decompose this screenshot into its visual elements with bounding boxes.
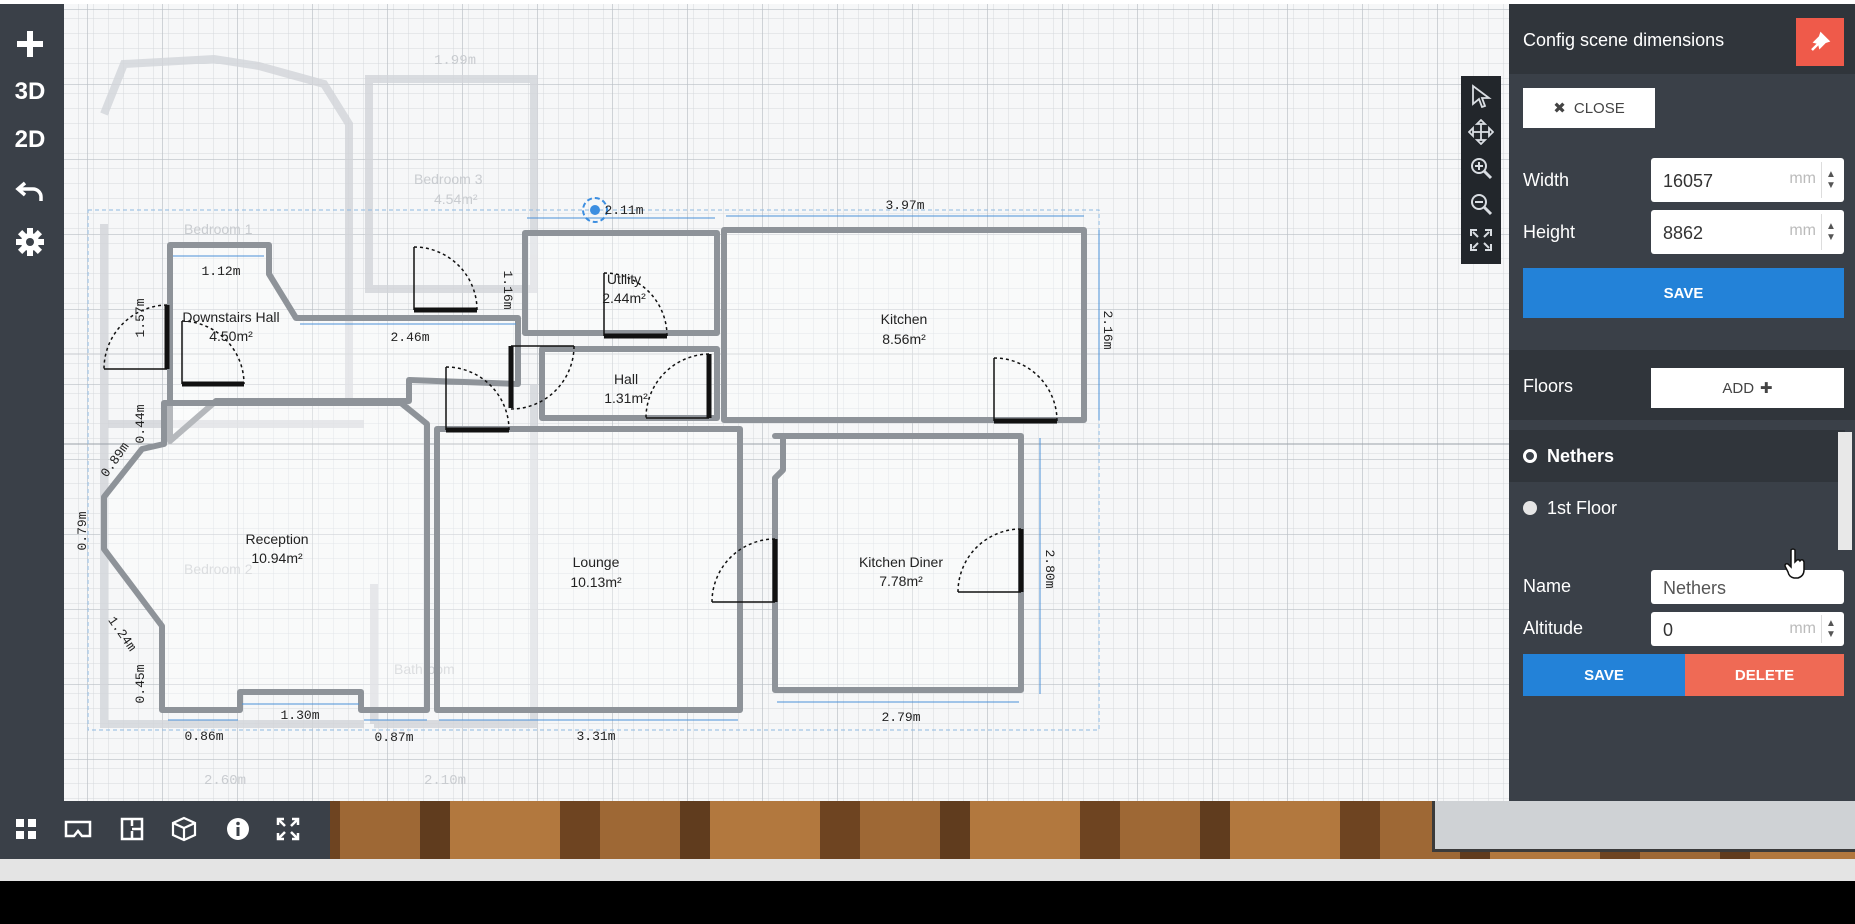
fullscreen-icon[interactable] xyxy=(272,813,304,845)
radio-selected-icon[interactable] xyxy=(1523,449,1537,463)
close-button[interactable]: ✖ CLOSE xyxy=(1523,88,1655,128)
save-floor-button[interactable]: SAVE xyxy=(1523,654,1685,696)
room-name[interactable]: Reception xyxy=(245,531,308,547)
dimension-label: 1.12m xyxy=(201,264,240,279)
dimension-label: 2.46m xyxy=(390,330,429,345)
width-field[interactable]: mm ▲▼ xyxy=(1651,158,1844,204)
floor-name-field[interactable] xyxy=(1651,570,1845,606)
view-2d-button[interactable]: 2D xyxy=(0,120,60,160)
floorplan-canvas[interactable]: Bedroom 1 Bedroom 3 4.54m² Bedroom 2 Bat… xyxy=(64,4,1509,801)
dimension-label: 3.97m xyxy=(885,198,924,213)
dimension-label: 0.86m xyxy=(184,729,223,744)
ghost-label: 4.54m² xyxy=(434,191,478,207)
dimension-label: 0.44m xyxy=(133,404,148,443)
altitude-input[interactable] xyxy=(1651,612,1805,648)
ghost-label: 2.60m xyxy=(204,773,246,789)
fit-screen-icon[interactable] xyxy=(1465,224,1497,256)
cube-3d-icon[interactable] xyxy=(168,813,200,845)
name-label: Name xyxy=(1523,576,1572,596)
height-input[interactable] xyxy=(1651,210,1805,256)
view-3d-button[interactable]: 3D xyxy=(0,72,60,112)
save-dimensions-button[interactable]: SAVE xyxy=(1523,268,1844,318)
altitude-field[interactable]: mm ▲▼ xyxy=(1651,612,1844,648)
altitude-unit: mm xyxy=(1789,620,1816,637)
pin-icon[interactable] xyxy=(1796,18,1844,66)
vr-headset-icon[interactable] xyxy=(62,813,94,845)
bottom-white-strip xyxy=(0,859,1855,881)
floors-label: Floors xyxy=(1523,376,1574,396)
bottom-bar xyxy=(0,801,1855,859)
room-name[interactable]: Lounge xyxy=(573,554,620,570)
dimension-label: 2.16m xyxy=(1100,310,1115,349)
preview-screen xyxy=(1432,801,1855,852)
dimension-label: 0.87m xyxy=(374,730,413,745)
undo-icon[interactable] xyxy=(0,172,60,212)
dimension-label: 0.79m xyxy=(75,511,90,550)
width-unit: mm xyxy=(1789,170,1816,187)
floorplan-svg: Bedroom 1 Bedroom 3 4.54m² Bedroom 2 Bat… xyxy=(64,4,1509,801)
select-arrow-icon[interactable] xyxy=(1465,80,1497,112)
close-icon: ✖ xyxy=(1553,100,1566,117)
room-area: 4.50m² xyxy=(209,328,253,344)
room-name[interactable]: Kitchen Diner xyxy=(859,554,943,570)
room-area: 2.44m² xyxy=(602,290,646,306)
room-name[interactable]: Kitchen xyxy=(881,311,928,327)
config-panel: Config scene dimensions ✖ CLOSE Width mm… xyxy=(1509,4,1855,801)
gear-icon[interactable] xyxy=(0,222,60,262)
floor-label: Nethers xyxy=(1547,445,1615,466)
add-floor-button[interactable]: ADD ✚ xyxy=(1651,368,1844,408)
floor-item-nethers[interactable]: Nethers xyxy=(1509,430,1845,482)
height-field[interactable]: mm ▲▼ xyxy=(1651,210,1844,256)
floor-item-1st-floor[interactable]: 1st Floor xyxy=(1509,482,1845,534)
room-name[interactable]: Utility xyxy=(607,271,641,287)
room-name[interactable]: Downstairs Hall xyxy=(182,309,279,325)
ghost-label: 2.10m xyxy=(424,773,466,789)
plus-icon[interactable] xyxy=(0,24,60,64)
dimension-label: 2.79m xyxy=(881,710,920,725)
ghost-label: 1.99m xyxy=(434,53,476,69)
dimension-label: 1.30m xyxy=(280,708,319,723)
width-label: Width xyxy=(1523,170,1570,190)
dimension-label: 3.31m xyxy=(576,729,615,744)
dimension-label: 1.16m xyxy=(500,270,515,309)
room-area: 8.56m² xyxy=(882,331,926,347)
grid-apps-icon[interactable] xyxy=(10,813,42,845)
width-input[interactable] xyxy=(1651,158,1805,204)
floor-label: 1st Floor xyxy=(1547,497,1618,518)
ghost-label: Bedroom 3 xyxy=(414,171,483,187)
floor-list-scrollbar[interactable] xyxy=(1838,432,1852,550)
pan-move-icon[interactable] xyxy=(1465,116,1497,148)
dimension-label: 2.11m xyxy=(604,203,643,218)
delete-floor-button[interactable]: DELETE xyxy=(1685,654,1844,696)
info-icon[interactable] xyxy=(222,813,254,845)
width-stepper[interactable]: ▲ ▼ xyxy=(1821,162,1840,198)
altitude-label: Altitude xyxy=(1523,618,1584,638)
left-toolbar: 3D 2D xyxy=(0,4,64,801)
add-label: ADD xyxy=(1722,379,1755,397)
dimension-label: 1.57m xyxy=(133,298,148,337)
hand-cursor-icon xyxy=(1784,548,1805,579)
radio-unselected-icon[interactable] xyxy=(1523,501,1537,515)
panel-title: Config scene dimensions xyxy=(1523,30,1725,50)
ghost-label: Bedroom 1 xyxy=(184,221,253,237)
altitude-stepper[interactable]: ▲ ▼ xyxy=(1821,615,1840,643)
height-label: Height xyxy=(1523,222,1576,242)
close-label: CLOSE xyxy=(1573,99,1625,117)
dimension-label: 0.45m xyxy=(133,664,148,703)
room-area: 10.13m² xyxy=(570,574,622,590)
zoom-in-icon[interactable] xyxy=(1465,152,1497,184)
zoom-out-icon[interactable] xyxy=(1465,188,1497,220)
height-stepper[interactable]: ▲ ▼ xyxy=(1821,214,1840,250)
canvas-tool-strip xyxy=(1461,76,1501,264)
floor-name-input[interactable] xyxy=(1651,570,1845,606)
room-area: 10.94m² xyxy=(251,550,303,566)
room-area: 1.31m² xyxy=(604,390,648,406)
floorplan-icon[interactable] xyxy=(116,813,148,845)
room-area: 7.78m² xyxy=(879,573,923,589)
dimension-label: 2.80m xyxy=(1042,549,1057,588)
plus-icon: ✚ xyxy=(1760,380,1773,397)
height-unit: mm xyxy=(1789,222,1816,239)
room-name[interactable]: Hall xyxy=(614,371,638,387)
